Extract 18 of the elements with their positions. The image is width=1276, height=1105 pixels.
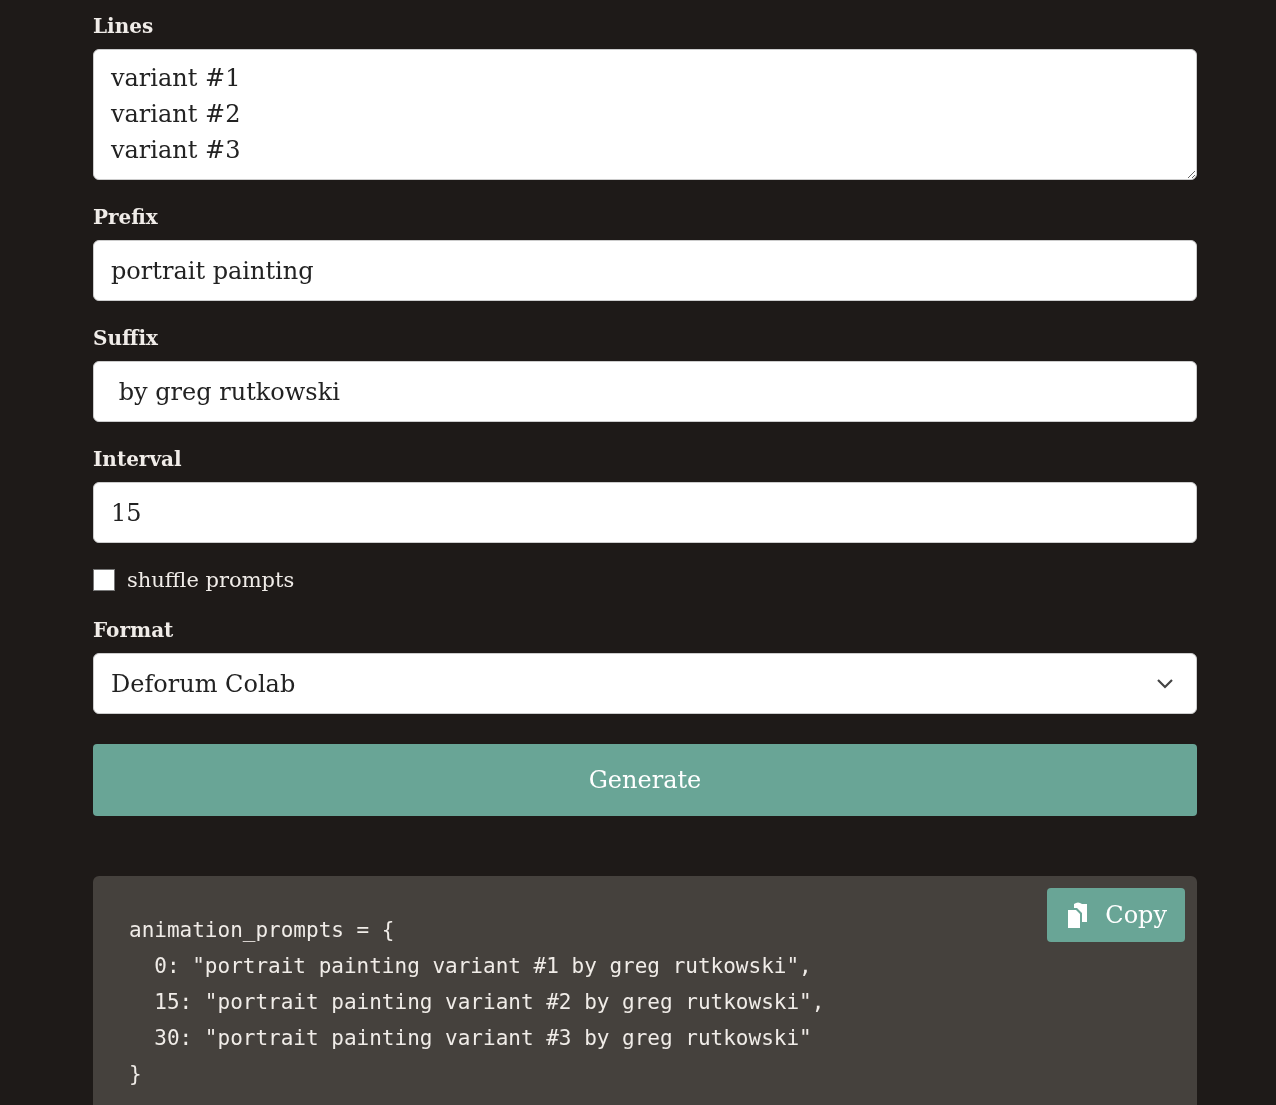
code-line: 30: "portrait painting variant #3 by greg rutkowski" [153, 1025, 812, 1052]
field-label: Format [93, 618, 175, 642]
format-dropdown[interactable]: Deforum Colab [93, 653, 1197, 714]
code-line: 0: "portrait painting variant #1 by greg rutkowski", [153, 953, 812, 980]
input-field[interactable]: by greg rutkowski [93, 361, 1197, 422]
chevron-down-icon [1156, 677, 1174, 690]
checkbox-label: shuffle prompts [127, 568, 295, 592]
code-line: animation_prompts = { [129, 917, 395, 944]
field-label: Suffix [93, 326, 159, 350]
field-label: Prefix [93, 205, 159, 229]
input-field[interactable]: 15 [93, 482, 1197, 543]
field-label: Lines [93, 14, 155, 38]
input-field[interactable]: portrait painting [93, 240, 1197, 301]
field-label: Interval [93, 447, 183, 471]
lines-textarea[interactable]: variant #1 variant #2 variant #3 [93, 49, 1197, 180]
code-line: 15: "portrait painting variant #2 by greg rutkowski", [153, 989, 825, 1016]
code-line: } [129, 1061, 142, 1088]
checkbox[interactable] [93, 569, 115, 591]
